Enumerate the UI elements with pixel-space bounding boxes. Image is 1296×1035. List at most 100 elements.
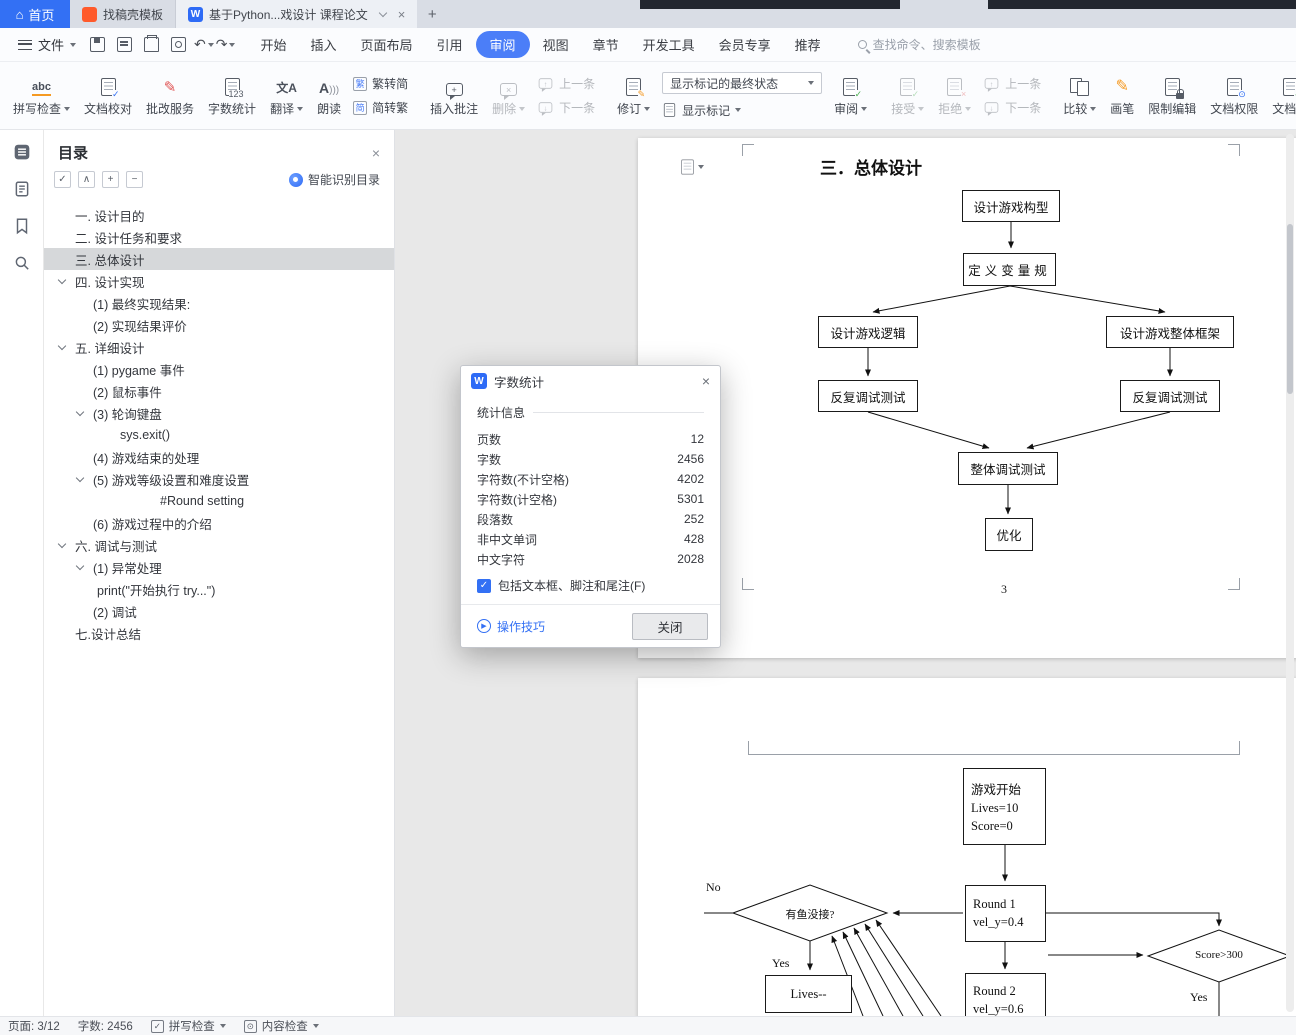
word-count-button[interactable]: 123 字数统计 bbox=[201, 69, 263, 122]
document-page-3[interactable]: 三．总体设计 设计游戏构型 定义变量规 设计游戏逻辑 设计游戏整体框架 反复调试… bbox=[638, 138, 1296, 658]
toc-item[interactable]: (1) 最终实现结果: bbox=[44, 292, 394, 314]
toc-item[interactable]: (1) pygame 事件 bbox=[44, 358, 394, 380]
toc-item[interactable]: (2) 实现结果评价 bbox=[44, 314, 394, 336]
close-dialog-button[interactable]: 关闭 bbox=[632, 612, 708, 640]
document-page-4[interactable]: 游戏开始 Lives=10 Score=0 有鱼没接? No Round 1 v… bbox=[638, 678, 1296, 1016]
translate-button[interactable]: 文A 翻译 bbox=[263, 69, 310, 122]
toc-item[interactable]: (3) 轮询键盘 bbox=[44, 402, 394, 424]
reject-button[interactable]: × 拒绝 bbox=[931, 69, 978, 122]
toc-collapse-icon[interactable]: − bbox=[126, 171, 143, 188]
doc-permission-button[interactable]: ⊙ 文档权限 bbox=[1203, 69, 1265, 122]
bookmark-panel-button[interactable] bbox=[8, 212, 36, 240]
close-panel-icon[interactable]: × bbox=[372, 145, 380, 161]
save-icon[interactable] bbox=[90, 37, 106, 52]
close-tab-icon[interactable]: × bbox=[398, 7, 406, 22]
smart-recognize-button[interactable]: 智能识别目录 bbox=[288, 171, 380, 188]
chevron-down-icon[interactable] bbox=[378, 8, 387, 17]
undo-icon[interactable]: ↶ bbox=[194, 36, 206, 53]
tab-review[interactable]: 审阅 bbox=[475, 31, 530, 58]
chevron-down-icon[interactable] bbox=[57, 275, 67, 285]
dialog-titlebar[interactable]: W 字数统计 × bbox=[461, 366, 720, 396]
toc-item[interactable]: 五. 详细设计 bbox=[44, 336, 394, 358]
spell-check-button[interactable]: abc 拼写检查 bbox=[6, 69, 77, 122]
tab-view[interactable]: 视图 bbox=[532, 31, 580, 58]
toc-item[interactable]: 六. 调试与测试 bbox=[44, 534, 394, 556]
home-tab[interactable]: ⌂ 首页 bbox=[0, 0, 70, 28]
spell-check-toggle[interactable]: ✓ 拼写检查 bbox=[150, 1018, 226, 1034]
toc-item[interactable]: 七.设计总结 bbox=[44, 622, 394, 644]
chevron-down-icon[interactable] bbox=[75, 561, 85, 571]
track-changes-button[interactable]: ✎ 修订 bbox=[610, 69, 657, 122]
print-preview-icon[interactable] bbox=[171, 37, 187, 52]
tab-page-layout[interactable]: 页面布局 bbox=[350, 31, 424, 58]
chevron-down-icon[interactable] bbox=[57, 539, 67, 549]
simp-to-trad-button[interactable]: 简简转繁 bbox=[353, 99, 408, 116]
command-search[interactable]: 查找命令、搜索模板 bbox=[857, 36, 981, 53]
scrollbar-thumb[interactable] bbox=[1287, 224, 1293, 394]
next-comment-button[interactable]: ↓ 下一条 bbox=[537, 99, 595, 116]
toc-item[interactable]: 二. 设计任务和要求 bbox=[44, 226, 394, 248]
toc-item[interactable]: sys.exit() bbox=[44, 424, 394, 446]
toc-item[interactable]: (5) 游戏等级设置和难度设置 bbox=[44, 468, 394, 490]
tab-section[interactable]: 章节 bbox=[582, 31, 630, 58]
toc-collapse-all-icon[interactable]: ∧ bbox=[78, 171, 95, 188]
export-icon[interactable] bbox=[117, 37, 133, 52]
toc-item-active[interactable]: 三. 总体设计 bbox=[44, 248, 394, 270]
outline-panel-button[interactable] bbox=[8, 138, 36, 166]
read-aloud-button[interactable]: A))) 朗读 bbox=[310, 69, 348, 122]
restrict-editing-button[interactable]: 限制编辑 bbox=[1141, 69, 1203, 122]
toc-item[interactable]: #Round setting bbox=[44, 490, 394, 512]
toc-item[interactable]: (1) 异常处理 bbox=[44, 556, 394, 578]
redo-icon[interactable]: ↷ bbox=[216, 36, 228, 53]
chevron-down-icon[interactable] bbox=[75, 407, 85, 417]
accept-button[interactable]: ✓ 接受 bbox=[884, 69, 931, 122]
tips-link[interactable]: ▶ 操作技巧 bbox=[477, 618, 545, 635]
pen-button[interactable]: ✎ 画笔 bbox=[1103, 69, 1141, 122]
toc-item[interactable]: (6) 游戏过程中的介绍 bbox=[44, 512, 394, 534]
prev-comment-button[interactable]: ↑ 上一条 bbox=[537, 75, 595, 92]
find-panel-button[interactable] bbox=[8, 249, 36, 277]
tab-insert[interactable]: 插入 bbox=[300, 31, 348, 58]
page-tool-button[interactable] bbox=[680, 158, 704, 176]
toc-expand-icon[interactable]: + bbox=[102, 171, 119, 188]
toc-item[interactable]: 四. 设计实现 bbox=[44, 270, 394, 292]
tab-references[interactable]: 引用 bbox=[426, 31, 474, 58]
toc-item[interactable]: (2) 鼠标事件 bbox=[44, 380, 394, 402]
toc-item[interactable]: print("开始执行 try...") bbox=[44, 578, 394, 600]
include-textbox-checkbox[interactable]: ✓ 包括文本框、脚注和尾注(F) bbox=[477, 577, 704, 594]
doc-auth-button[interactable]: ✓ 文档认 bbox=[1265, 69, 1296, 122]
toc-item[interactable]: (4) 游戏结束的处理 bbox=[44, 446, 394, 468]
vertical-scrollbar[interactable] bbox=[1286, 134, 1294, 1012]
word-count-indicator[interactable]: 字数: 2456 bbox=[78, 1018, 133, 1034]
new-tab-button[interactable]: + bbox=[417, 0, 447, 28]
next-change-button[interactable]: ↓ 下一条 bbox=[983, 99, 1041, 116]
chevron-down-icon[interactable] bbox=[75, 473, 85, 483]
content-check-toggle[interactable]: ⊙ 内容检查 bbox=[243, 1018, 319, 1034]
tab-start[interactable]: 开始 bbox=[249, 31, 297, 58]
toc-item[interactable]: (2) 调试 bbox=[44, 600, 394, 622]
delete-comment-button[interactable]: × 删除 bbox=[485, 69, 532, 122]
markup-state-select[interactable]: 显示标记的最终状态 bbox=[662, 72, 823, 94]
tab-recommend[interactable]: 推荐 bbox=[784, 31, 832, 58]
tab-document[interactable]: W 基于Python...戏设计 课程论文 × bbox=[176, 0, 418, 28]
doc-proofread-button[interactable]: ✓ 文档校对 bbox=[77, 69, 139, 122]
toc-item[interactable]: 一. 设计目的 bbox=[44, 204, 394, 226]
insert-comment-button[interactable]: + 插入批注 bbox=[423, 69, 485, 122]
print-icon[interactable] bbox=[144, 35, 160, 52]
page-indicator[interactable]: 页面: 3/12 bbox=[8, 1018, 60, 1034]
dialog-close-icon[interactable]: × bbox=[702, 373, 710, 389]
show-markup-button[interactable]: 显示标记 bbox=[662, 101, 822, 119]
tab-dev-tools[interactable]: 开发工具 bbox=[632, 31, 706, 58]
redo-caret-icon[interactable] bbox=[229, 42, 236, 47]
task-pane-button[interactable] bbox=[8, 175, 36, 203]
compare-button[interactable]: 比较 bbox=[1056, 69, 1103, 122]
toc-select-icon[interactable]: ✓ bbox=[54, 171, 71, 188]
trad-to-simp-button[interactable]: 繁繁转简 bbox=[353, 75, 408, 92]
file-menu-button[interactable]: 文件 bbox=[10, 31, 84, 58]
review-pane-button[interactable]: ✓ 审阅 bbox=[827, 69, 874, 122]
undo-caret-icon[interactable] bbox=[207, 42, 214, 47]
prev-change-button[interactable]: ↑ 上一条 bbox=[983, 75, 1041, 92]
correction-service-button[interactable]: ✎ 批改服务 bbox=[139, 69, 201, 122]
chevron-down-icon[interactable] bbox=[57, 341, 67, 351]
tab-docer-template[interactable]: 找稿壳模板 bbox=[70, 0, 177, 28]
